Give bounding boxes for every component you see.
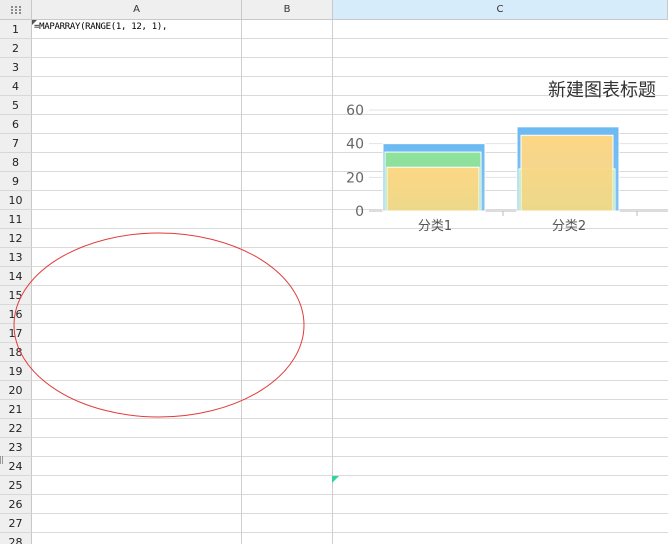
row-header[interactable]: 7: [0, 134, 32, 153]
row-header[interactable]: 8: [0, 153, 32, 172]
y-tick-label: 40: [346, 137, 364, 153]
row-gridline: [32, 57, 668, 58]
y-tick-label: 20: [346, 170, 364, 186]
row-gridline: [32, 437, 668, 438]
y-tick-label: 0: [355, 204, 364, 220]
row-header[interactable]: 2: [0, 39, 32, 58]
row-gridline: [32, 456, 668, 457]
select-all-corner[interactable]: [0, 0, 32, 20]
cell-a1-formula[interactable]: =MAPARRAY(RANGE(1, 12, 1),: [34, 22, 167, 32]
row-header[interactable]: 11: [0, 210, 32, 229]
pane-splitter-handle[interactable]: [0, 456, 4, 464]
fill-handle-icon[interactable]: [332, 476, 340, 484]
bar[interactable]: [520, 134, 614, 212]
spreadsheet: A B C 1 2 3 4 5 6 7 8 9 10 11 12 13 14 15 16 17 18 19 20 21 2…: [0, 0, 668, 544]
bar[interactable]: [386, 166, 480, 212]
column-header-b[interactable]: B: [242, 0, 333, 20]
y-tick-label: 60: [346, 103, 364, 119]
row-gridline: [32, 532, 668, 533]
row-gridline: [32, 38, 668, 39]
row-header[interactable]: 1: [0, 20, 32, 39]
row-header[interactable]: 9: [0, 172, 32, 191]
row-gridline: [32, 513, 668, 514]
column-header-a[interactable]: A: [32, 0, 242, 20]
grid-dots-icon: [11, 6, 21, 14]
row-header[interactable]: 10: [0, 191, 32, 210]
row-header[interactable]: 3: [0, 58, 32, 77]
row-header[interactable]: 5: [0, 96, 32, 115]
row-header[interactable]: 6: [0, 115, 32, 134]
column-header-c[interactable]: C: [333, 0, 668, 20]
row-gridline: [32, 494, 668, 495]
row-header[interactable]: 27: [0, 514, 32, 533]
bar-chart[interactable]: 新建图表标题 0 20 40 60 分类1 分类2: [333, 60, 668, 250]
ellipse-shape[interactable]: [10, 230, 308, 422]
row-header[interactable]: 28: [0, 533, 32, 544]
category-label: 分类2: [552, 219, 586, 234]
row-header[interactable]: 25: [0, 476, 32, 495]
row-header[interactable]: 24: [0, 457, 32, 476]
row-header[interactable]: 23: [0, 438, 32, 457]
row-gridline: [32, 475, 668, 476]
chart-title[interactable]: 新建图表标题: [548, 76, 656, 102]
row-header[interactable]: 26: [0, 495, 32, 514]
category-label: 分类1: [418, 219, 452, 234]
row-header[interactable]: 4: [0, 77, 32, 96]
